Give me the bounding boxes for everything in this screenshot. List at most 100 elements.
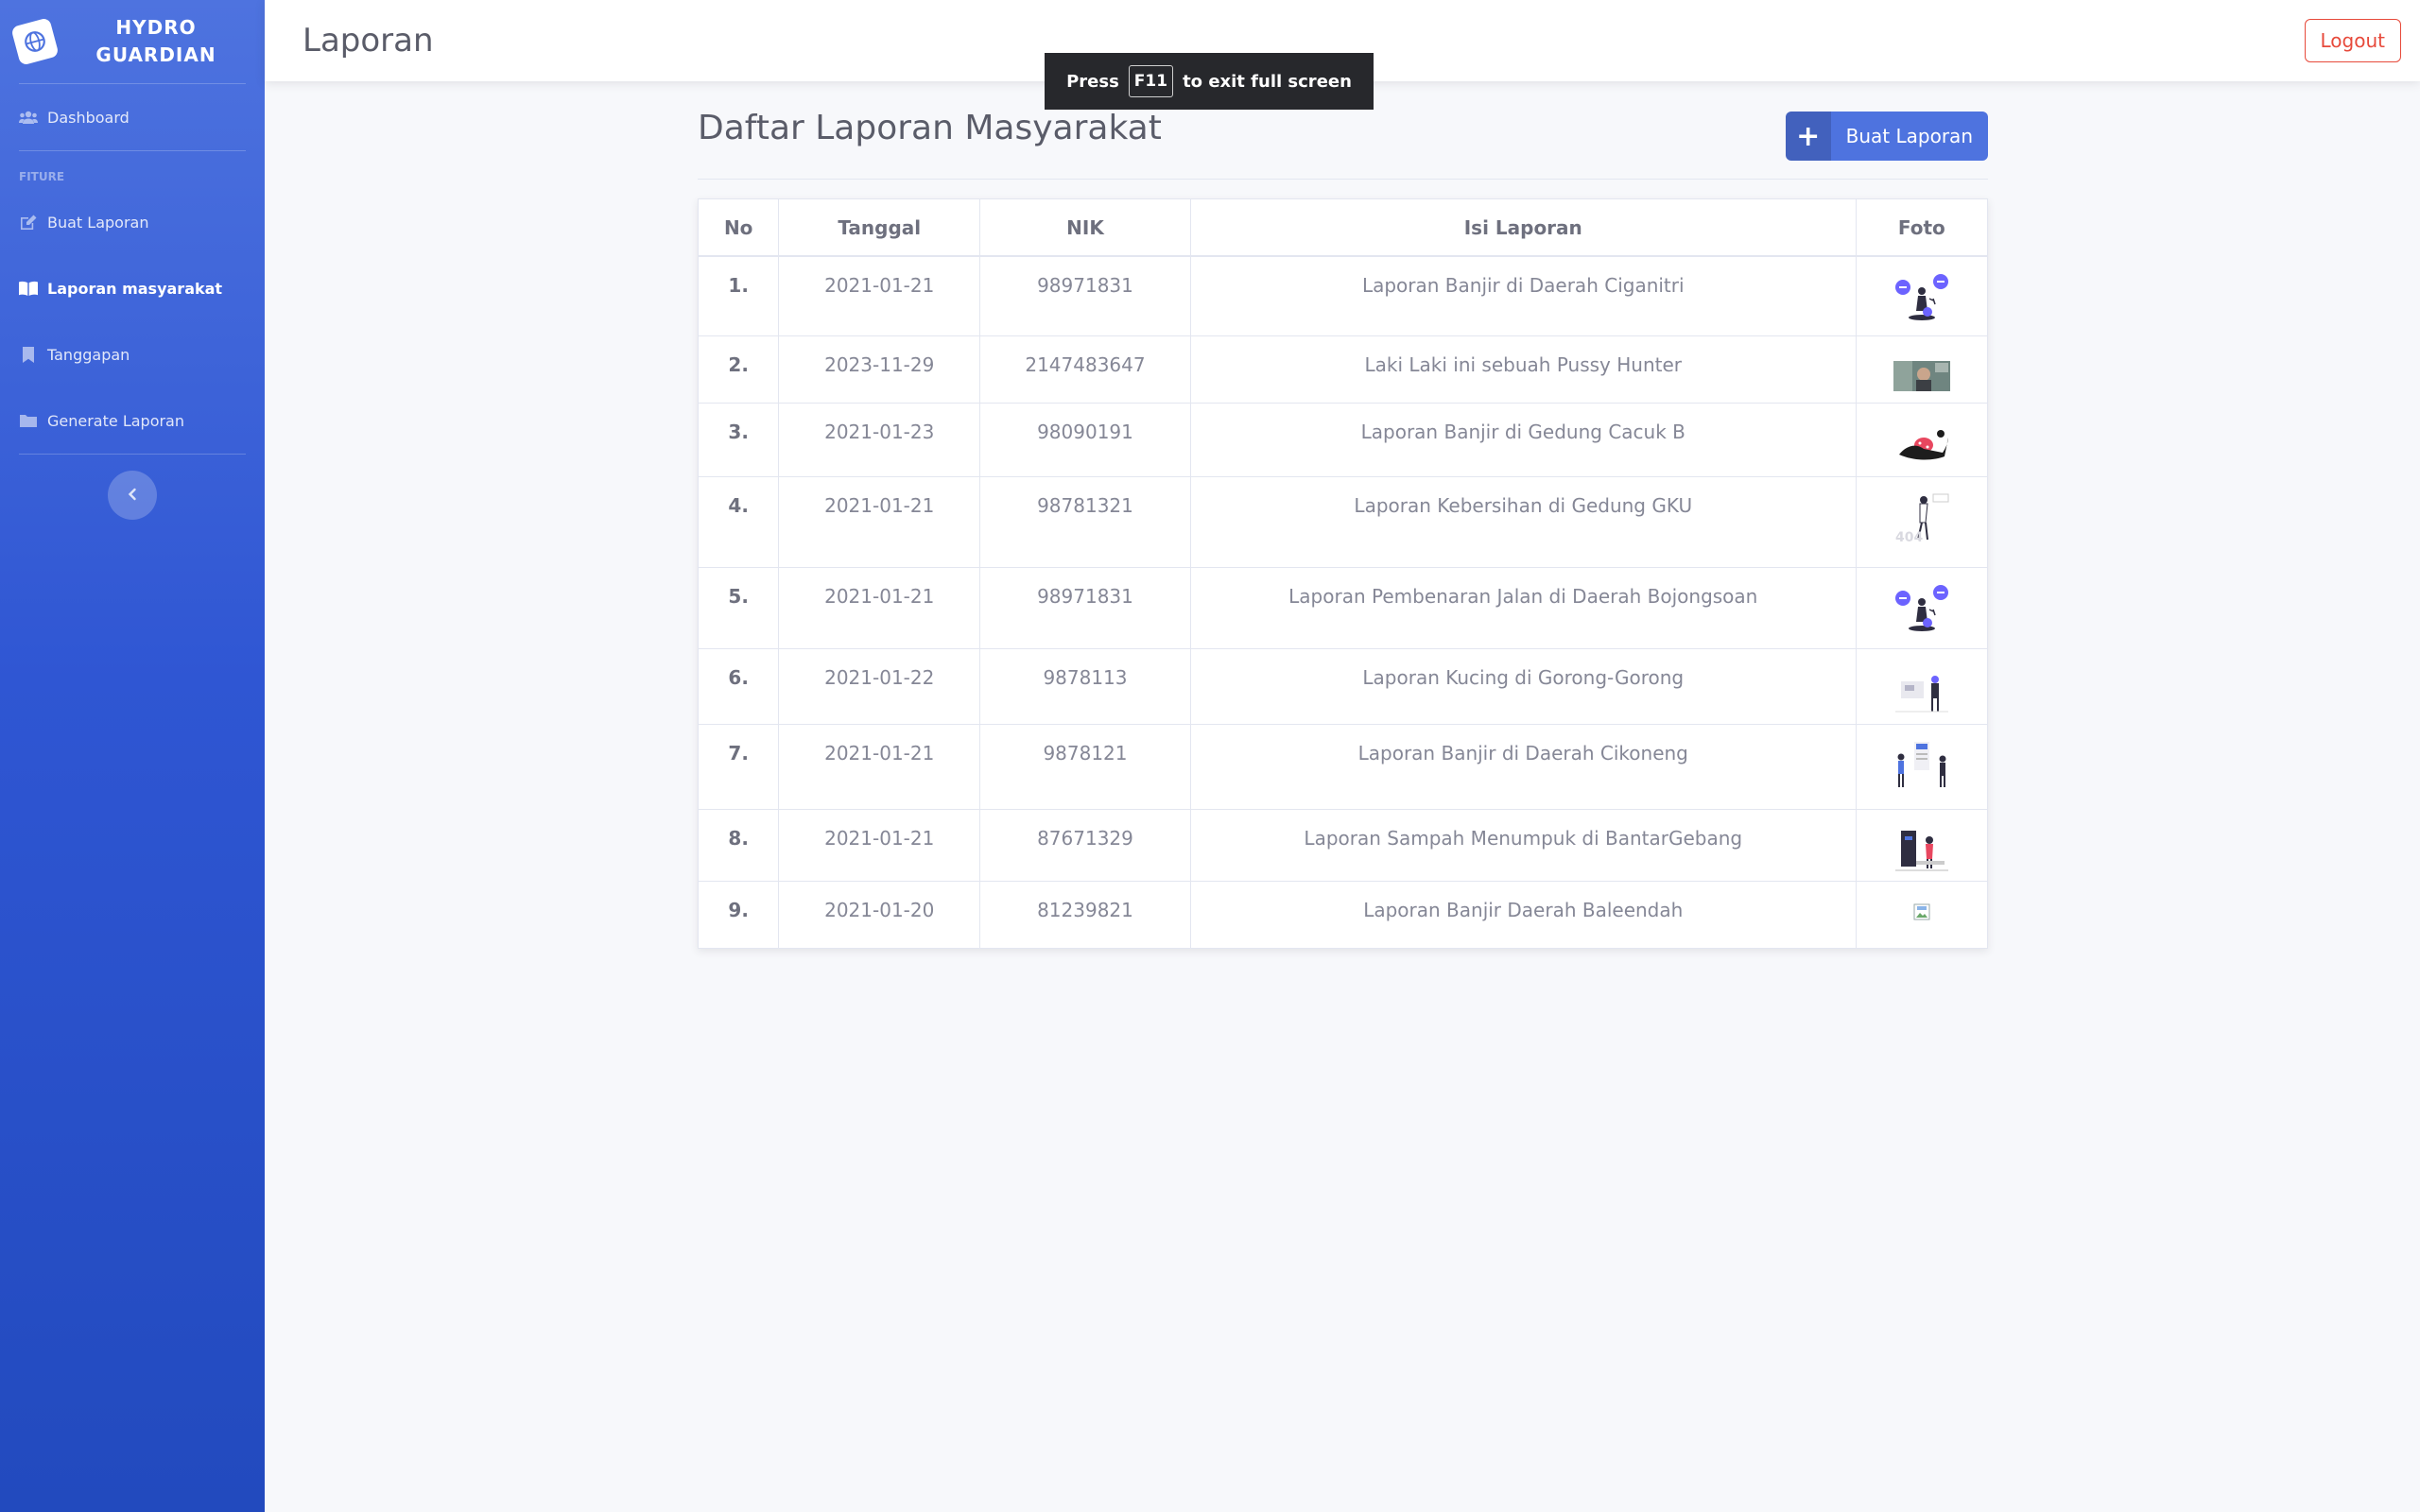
sidebar-item-generate-laporan[interactable]: Generate Laporan xyxy=(0,387,265,454)
table-row[interactable]: 9. 2021-01-20 81239821 Laporan Banjir Daera… xyxy=(699,880,1987,948)
cell-tanggal: 2021-01-23 xyxy=(778,402,981,476)
report-photo-thumbnail[interactable] xyxy=(1857,417,1987,470)
folder-icon xyxy=(19,412,38,429)
cell-nik: 87671329 xyxy=(979,808,1191,881)
table-row[interactable]: 8. 2021-01-21 87671329 Laporan Sampah Menum… xyxy=(699,808,1987,881)
logout-button[interactable]: Logout xyxy=(2304,19,2401,62)
cell-no: 7. xyxy=(699,723,780,809)
cell-nik: 9878113 xyxy=(979,647,1191,724)
cell-nik: 98090191 xyxy=(979,402,1191,476)
cell-no: 4. xyxy=(699,475,780,567)
cell-foto[interactable] xyxy=(1856,723,1987,809)
table-row[interactable]: 1. 2021-01-21 98971831 Laporan Banjir di Da… xyxy=(699,255,1987,335)
sidebar-item-dashboard[interactable]: Dashboard xyxy=(0,84,265,150)
sidebar-item-label: Laporan masyarakat xyxy=(47,279,223,298)
plus-icon: + xyxy=(1785,112,1831,161)
cell-nik: 9878121 xyxy=(979,723,1191,809)
column-header-isi-laporan[interactable]: Isi Laporan xyxy=(1190,199,1857,257)
cell-foto[interactable]: 404 xyxy=(1856,475,1987,567)
column-header-nik[interactable]: NIK xyxy=(979,199,1191,257)
report-photo-thumbnail[interactable]: 404 xyxy=(1857,490,1987,543)
report-photo-thumbnail[interactable] xyxy=(1857,895,1987,948)
brand-name: HYDRO GUARDIAN xyxy=(95,16,216,66)
sidebar-heading: FITURE xyxy=(19,170,65,183)
sidebar-toggle-button[interactable] xyxy=(108,471,157,520)
cell-no: 1. xyxy=(699,255,780,335)
cell-tanggal: 2021-01-21 xyxy=(778,475,981,567)
column-header-no[interactable]: No xyxy=(699,199,780,257)
cell-isi-laporan: Laporan Banjir di Gedung Cacuk B xyxy=(1190,402,1857,476)
table-row[interactable]: 6. 2021-01-22 9878113 Laporan Kucing di Gor… xyxy=(699,647,1987,724)
main-content: Daftar Laporan Masyarakat + Buat Laporan… xyxy=(698,104,1988,949)
cell-tanggal: 2021-01-22 xyxy=(778,647,981,724)
report-photo-thumbnail[interactable] xyxy=(1857,581,1987,634)
cell-foto[interactable] xyxy=(1856,808,1987,881)
f11-key: F11 xyxy=(1128,65,1174,97)
cell-tanggal: 2021-01-21 xyxy=(778,808,981,881)
cell-no: 3. xyxy=(699,402,780,476)
cell-isi-laporan: Laporan Banjir di Daerah Cikoneng xyxy=(1190,723,1857,809)
table-row[interactable]: 7. 2021-01-21 9878121 Laporan Banjir di Dae… xyxy=(699,723,1987,809)
cell-nik: 98971831 xyxy=(979,566,1191,648)
sidebar-item-label: Dashboard xyxy=(47,108,130,127)
cell-isi-laporan: Laporan Banjir di Daerah Ciganitri xyxy=(1190,255,1857,335)
sidebar-item-label: Generate Laporan xyxy=(47,411,184,430)
fullscreen-toast: Press F11 to exit full screen xyxy=(1045,53,1374,110)
sidebar-divider xyxy=(19,454,246,455)
cell-foto[interactable] xyxy=(1856,335,1987,403)
report-photo-thumbnail[interactable] xyxy=(1857,270,1987,323)
sidebar-item-tanggapan[interactable]: Tanggapan xyxy=(0,321,265,387)
report-table: No Tanggal NIK Isi Laporan Foto 1. 2021-0… xyxy=(699,199,1987,948)
content-header: Daftar Laporan Masyarakat + Buat Laporan xyxy=(698,104,1988,180)
brand[interactable]: HYDRO GUARDIAN xyxy=(0,0,265,83)
buat-laporan-button[interactable]: + Buat Laporan xyxy=(1785,112,1988,161)
cell-foto[interactable] xyxy=(1856,402,1987,476)
table-body: 1. 2021-01-21 98971831 Laporan Banjir di Da… xyxy=(699,255,1987,948)
report-photo-thumbnail[interactable] xyxy=(1857,662,1987,715)
cell-tanggal: 2021-01-20 xyxy=(778,880,981,948)
cell-nik: 81239821 xyxy=(979,880,1191,948)
cell-isi-laporan: Laporan Banjir Daerah Baleendah xyxy=(1190,880,1857,948)
page-title: Laporan xyxy=(302,22,434,60)
cell-no: 8. xyxy=(699,808,780,881)
sidebar-item-label: Buat Laporan xyxy=(47,213,149,232)
table-row[interactable]: 4. 2021-01-21 98781321 Laporan Kebersihan d… xyxy=(699,475,1987,567)
sidebar-item-laporan-masyarakat[interactable]: Laporan masyarakat xyxy=(0,255,265,321)
cell-no: 6. xyxy=(699,647,780,724)
cell-isi-laporan: Laporan Sampah Menumpuk di BantarGebang xyxy=(1190,808,1857,881)
sidebar-item-buat-laporan[interactable]: Buat Laporan xyxy=(0,189,265,255)
cell-foto[interactable] xyxy=(1856,647,1987,724)
table-row[interactable]: 3. 2021-01-23 98090191 Laporan Banjir di Ge… xyxy=(699,402,1987,476)
button-label: Buat Laporan xyxy=(1845,125,1973,147)
column-header-tanggal[interactable]: Tanggal xyxy=(778,199,981,257)
table-header-row: No Tanggal NIK Isi Laporan Foto xyxy=(699,199,1987,257)
cell-foto[interactable] xyxy=(1856,880,1987,948)
cell-no: 5. xyxy=(699,566,780,648)
report-table-card: No Tanggal NIK Isi Laporan Foto 1. 2021-0… xyxy=(698,198,1988,949)
report-photo-thumbnail[interactable] xyxy=(1857,738,1987,791)
report-photo-thumbnail[interactable] xyxy=(1857,350,1987,403)
table-row[interactable]: 2. 2023-11-29 2147483647 Laki Laki ini sebu… xyxy=(699,335,1987,403)
table-row[interactable]: 5. 2021-01-21 98971831 Laporan Pembenaran J… xyxy=(699,566,1987,648)
cell-tanggal: 2021-01-21 xyxy=(778,723,981,809)
users-icon xyxy=(19,109,38,126)
column-header-foto[interactable]: Foto xyxy=(1856,199,1987,257)
cell-tanggal: 2021-01-21 xyxy=(778,255,981,335)
cell-no: 9. xyxy=(699,880,780,948)
cell-nik: 98971831 xyxy=(979,255,1191,335)
bookmark-icon xyxy=(19,346,38,363)
cell-foto[interactable] xyxy=(1856,255,1987,335)
cell-nik: 98781321 xyxy=(979,475,1191,567)
cell-isi-laporan: Laporan Kebersihan di Gedung GKU xyxy=(1190,475,1857,567)
chevron-left-icon xyxy=(127,487,138,505)
cell-no: 2. xyxy=(699,335,780,403)
globe-icon xyxy=(10,17,60,66)
sidebar: HYDRO GUARDIAN Dashboard FITURE Buat Lap… xyxy=(0,0,265,1512)
cell-nik: 2147483647 xyxy=(979,335,1191,403)
page-heading: Daftar Laporan Masyarakat xyxy=(698,109,1162,147)
cell-tanggal: 2023-11-29 xyxy=(778,335,981,403)
cell-foto[interactable] xyxy=(1856,566,1987,648)
cell-isi-laporan: Laki Laki ini sebuah Pussy Hunter xyxy=(1190,335,1857,403)
report-photo-thumbnail[interactable] xyxy=(1857,823,1987,876)
sidebar-item-label: Tanggapan xyxy=(47,345,130,364)
